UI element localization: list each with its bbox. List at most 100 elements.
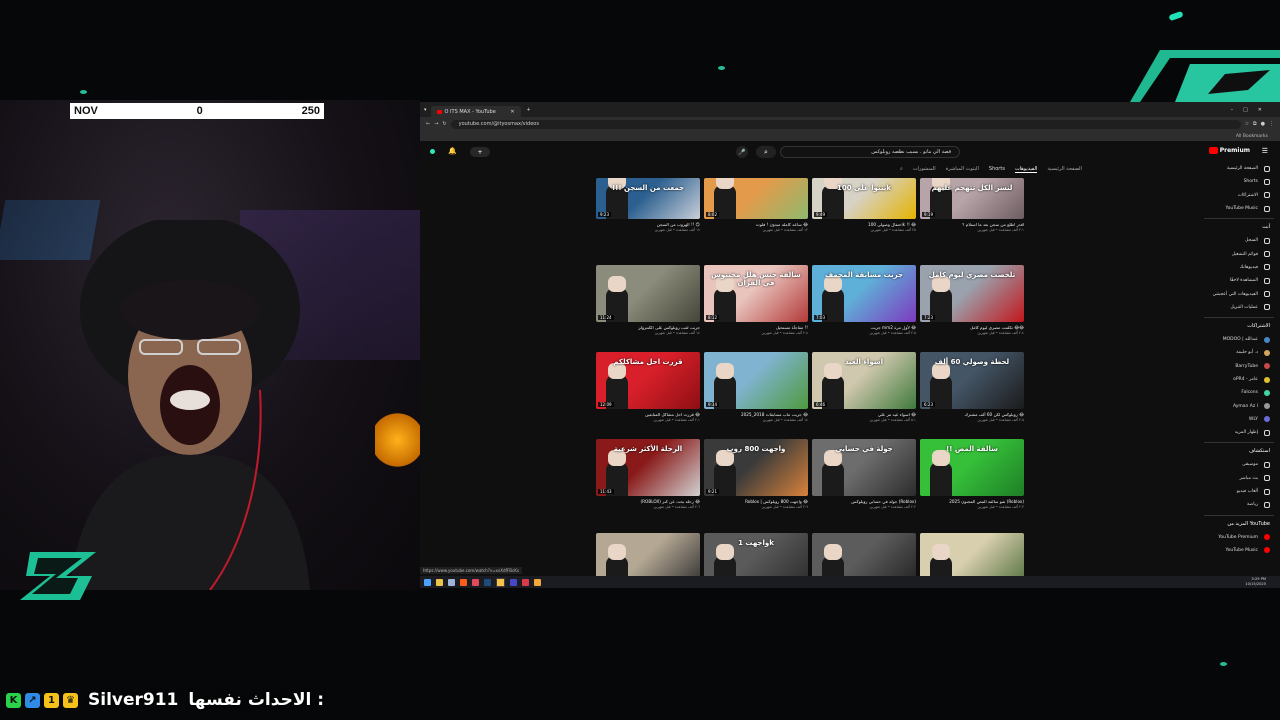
channel-search-icon[interactable]: ⌕ [900,166,903,173]
video-title[interactable]: جربت ماب مسابقات 2018_2025 😂 [704,412,808,417]
address-bar[interactable]: youtube.com/@ityosmax/videos [450,119,1241,129]
tab-shorts[interactable]: Shorts [989,166,1005,173]
video-card[interactable]: بتتوا على 100k 9:49 احتفال وصولي 100k !! 😂… [812,178,916,232]
back-icon[interactable]: ← [426,121,430,127]
sidebar-item[interactable]: YouTube Premium [1198,531,1280,544]
video-thumbnail[interactable]: 9:34 [704,352,808,409]
sidebar-item[interactable]: فيديوهاتك [1198,261,1280,274]
video-title[interactable]: قررت احل مشاكل المتابعين 😂 [596,412,700,417]
close-tab-icon[interactable]: ✕ [510,109,514,115]
video-thumbnail[interactable]: 8:02 [704,178,808,219]
video-card[interactable]: تلخصت مصري ليوم كامل 7:23 تكلمت مصري ليوم … [920,265,1024,335]
sidebar-item[interactable]: قوائم التشغيل [1198,247,1280,260]
steam-icon[interactable] [484,578,491,586]
store-icon[interactable] [448,578,455,586]
video-thumbnail[interactable]: جربت مسابقة المحمف 7:03 [812,265,916,322]
notifications-bell-icon[interactable]: 🔔 [448,147,457,155]
reload-icon[interactable]: ↻ [442,121,446,127]
create-button[interactable]: + [470,147,490,157]
video-card[interactable]: لتسر الكل تتهجم عليهم 9:19 اقدر اطلع من سج… [920,178,1024,232]
search-icon[interactable]: ⌕ [756,146,776,158]
sidebar-subscription[interactable]: MODOO | عبدالله [1198,333,1280,346]
voice-search-icon[interactable]: 🎤 [736,146,748,158]
video-card[interactable]: جربت مسابقة المحمف 7:03 جربت mm2 لأول مرة … [812,265,916,335]
sidebar-item[interactable]: الاشتراكات [1198,189,1280,202]
video-thumbnail[interactable]: !!! جمعت من السجن 9:23 [596,178,700,219]
all-bookmarks-link[interactable]: All Bookmarks [1236,134,1268,139]
new-tab-icon[interactable]: + [521,107,537,113]
video-card[interactable]: !! سالفة المص شو سالفة المص المجنون 2025 … [920,439,1024,509]
system-clock[interactable]: 5:29 PM 10/15/2025 [1245,577,1266,586]
sidebar-item[interactable]: ألعاب فيديو [1198,485,1280,498]
video-card[interactable]: 11:24 جربت لعب روبلوكس على الكنترولر ١٤ أل… [596,265,700,335]
sidebar-item[interactable]: YouTube Music [1198,544,1280,557]
sidebar-item[interactable]: YouTube Music [1198,202,1280,215]
video-title[interactable]: احتفال وصولي 100k !! 😂 [812,222,916,227]
sidebar-subscription[interactable]: د. أبو حليمة [1198,346,1280,359]
video-thumbnail[interactable]: اسواء العيد 6:46 [812,352,916,409]
video-thumbnail[interactable]: سالفة جنس هلل مختنوس في القرآن 8:12 [704,265,808,322]
search-input[interactable]: قصة الي ماتو . بسبب نظصه روبلوكس [780,146,960,158]
video-title[interactable]: تكلمت مصري ليوم كامل 😂😂 [920,325,1024,330]
sidebar-show-more[interactable]: إظهار المزيد [1198,426,1280,439]
sidebar-item[interactable]: Shorts [1198,175,1280,188]
account-avatar[interactable] [430,149,435,154]
tab-posts[interactable]: المنشورات [913,166,936,173]
forward-icon[interactable]: → [434,121,438,127]
sidebar-item[interactable]: عمليات التنزيل [1198,301,1280,314]
video-card[interactable]: سالفة جنس هلل مختنوس في القرآن 8:12 مفاجأة… [704,265,808,335]
video-title[interactable]: مفاجأة مستحيل !! [704,325,808,330]
video-thumbnail[interactable]: 11:24 [596,265,700,322]
video-title[interactable]: جربت mm2 لأول مرة 😂 [812,325,916,330]
discord-icon[interactable] [472,578,479,586]
video-title[interactable]: اقدر اطلع من سجن بعد ما استلام ؟ [920,222,1024,227]
tab-videos[interactable]: الفيديوهات [1014,166,1038,173]
video-title[interactable]: شو سالفة المص المجنون 2025 (Roblox) [920,499,1024,504]
video-thumbnail[interactable]: بتتوا على 100k 9:49 [812,178,916,219]
video-thumbnail[interactable]: تلخصت مصري ليوم كامل 7:23 [920,265,1024,322]
video-title[interactable]: (ROBLOX) رحلة بحث عن كنز 😂 [596,499,700,504]
brave-icon[interactable] [460,578,467,586]
profile-icon[interactable]: ● [1261,121,1265,127]
windows-start-icon[interactable] [424,578,431,586]
video-title[interactable]: جولة في حسابي روبلوكس (Roblox) [812,499,916,504]
obs-icon[interactable] [522,578,529,586]
tab-live[interactable]: البثوث المباشرة [946,166,979,173]
video-card[interactable]: قررت احل مشاكلكم 12:09 قررت احل مشاكل المت… [596,352,700,422]
chrome-icon[interactable] [496,577,505,587]
video-card[interactable]: لحظة وصولي 60 ألف 6:23 روبلوكس لكن 60 ألف … [920,352,1024,422]
sidebar-item[interactable]: الصفحة الرئيسية [1198,162,1280,175]
video-thumbnail[interactable]: لحظة وصولي 60 ألف 6:23 [920,352,1024,409]
video-title[interactable]: اسواء عيد مر علي 😂 [812,412,916,417]
sidebar-item[interactable]: المشاهدة لاحقًا [1198,274,1280,287]
browser-tab[interactable]: O ITS MAX - YouTube ✕ [430,106,521,117]
video-thumbnail[interactable]: !! سالفة المص [920,439,1024,496]
sidebar-subscription[interactable]: WLY [1198,413,1280,426]
video-card[interactable]: !!! جمعت من السجن 9:23 الهروب من السجن !! … [596,178,700,232]
sidebar-subscription[interactable]: BarryTube [1198,360,1280,373]
sidebar-subscription[interactable]: oPR4 - عامر [1198,373,1280,386]
explorer-icon[interactable] [436,578,443,586]
video-thumbnail[interactable]: جولة في حسابي [812,439,916,496]
guide-menu-icon[interactable]: ☰ [1262,147,1268,155]
app-icon-2[interactable] [534,578,541,586]
window-controls[interactable]: –□✕ [1231,107,1280,113]
video-title[interactable]: روبلوكس لكن 60 ألف مشترك 😂 [920,412,1024,417]
video-card[interactable]: جولة في حسابي جولة في حسابي روبلوكس (Robl… [812,439,916,509]
browser-menu-icon[interactable]: ⋮ [1269,121,1274,127]
video-title[interactable]: الهروب من السجن !! 🙃 [596,222,700,227]
video-title[interactable]: Roblox | واجهت 800 روبلوكس 😂 [704,499,808,504]
extensions-icon[interactable]: ⧉ [1253,121,1257,127]
video-card[interactable]: الرحلة الأكثر شرعية 11:43 (ROBLOX) رحلة بح… [596,439,700,509]
app-icon[interactable] [510,578,517,586]
video-thumbnail[interactable]: واجهت 800 روب 9:21 [704,439,808,496]
sidebar-item[interactable]: بث مباشر [1198,472,1280,485]
tab-home[interactable]: الصفحة الرئيسية [1047,166,1082,173]
video-card[interactable]: واجهت 800 روب 9:21 Roblox | واجهت 800 روبل… [704,439,808,509]
sidebar-item[interactable]: موسيقى [1198,458,1280,471]
sidebar-item[interactable]: رياضة [1198,498,1280,511]
bookmark-star-icon[interactable]: ☆ [1245,121,1249,127]
video-thumbnail[interactable]: لتسر الكل تتهجم عليهم 9:19 [920,178,1024,219]
video-card[interactable]: 9:34 جربت ماب مسابقات 2018_2025 😂 ١٤ ألف م… [704,352,808,422]
youtube-premium-logo[interactable]: Premium [1208,147,1250,154]
